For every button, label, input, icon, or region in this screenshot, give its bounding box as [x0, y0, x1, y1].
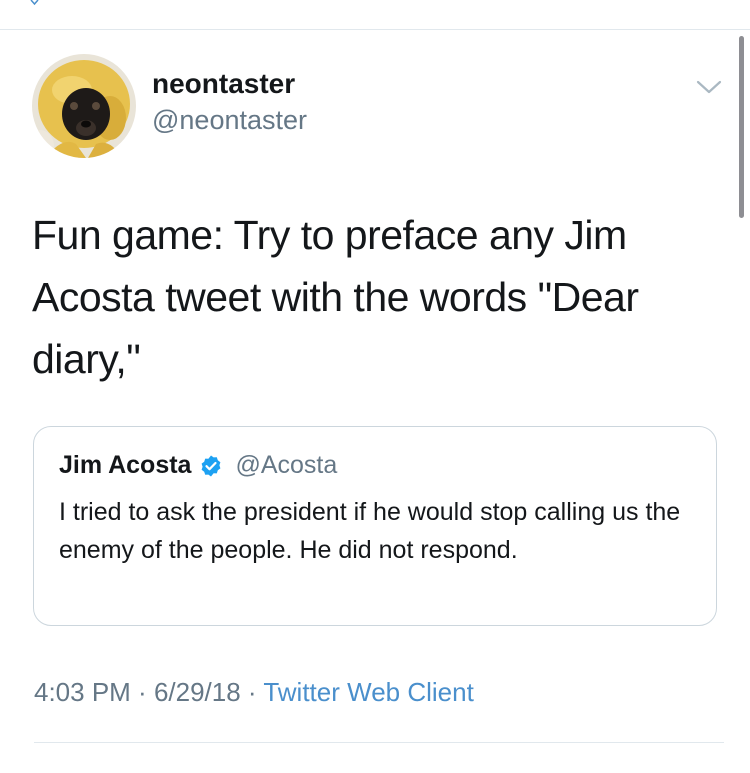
tweet-time: 4:03 PM	[34, 677, 131, 707]
tweet-source-link[interactable]: Twitter Web Client	[263, 677, 473, 707]
tweet-text: Fun game: Try to preface any Jim Acosta …	[32, 212, 639, 382]
tweet-meta: 4:03 PM · 6/29/18 · Twitter Web Client	[34, 677, 474, 708]
verified-badge-icon	[202, 455, 221, 476]
quoted-tweet-header: Jim Acosta @Acosta	[59, 451, 337, 480]
quoted-handle: @Acosta	[235, 451, 338, 479]
top-divider	[0, 29, 750, 30]
quoted-tweet-text: I tried to ask the president if he would…	[59, 498, 681, 564]
scrollbar[interactable]	[739, 36, 744, 218]
avatar[interactable]	[32, 54, 136, 158]
quoted-display-name: Jim Acosta	[59, 451, 192, 479]
tweet-date: 6/29/18	[153, 677, 241, 707]
chevron-down-icon[interactable]	[694, 76, 724, 98]
display-name[interactable]: neontaster	[152, 68, 295, 100]
quoted-tweet-card[interactable]: Jim Acosta @Acosta I tried to ask the pr…	[33, 426, 717, 626]
bottom-divider	[34, 742, 724, 743]
dog-avatar-icon	[32, 54, 136, 158]
meta-separator: ·	[240, 677, 264, 707]
user-handle[interactable]: @neontaster	[152, 105, 307, 136]
meta-separator: ·	[130, 677, 154, 707]
chevron-fragment-icon	[30, 0, 39, 6]
